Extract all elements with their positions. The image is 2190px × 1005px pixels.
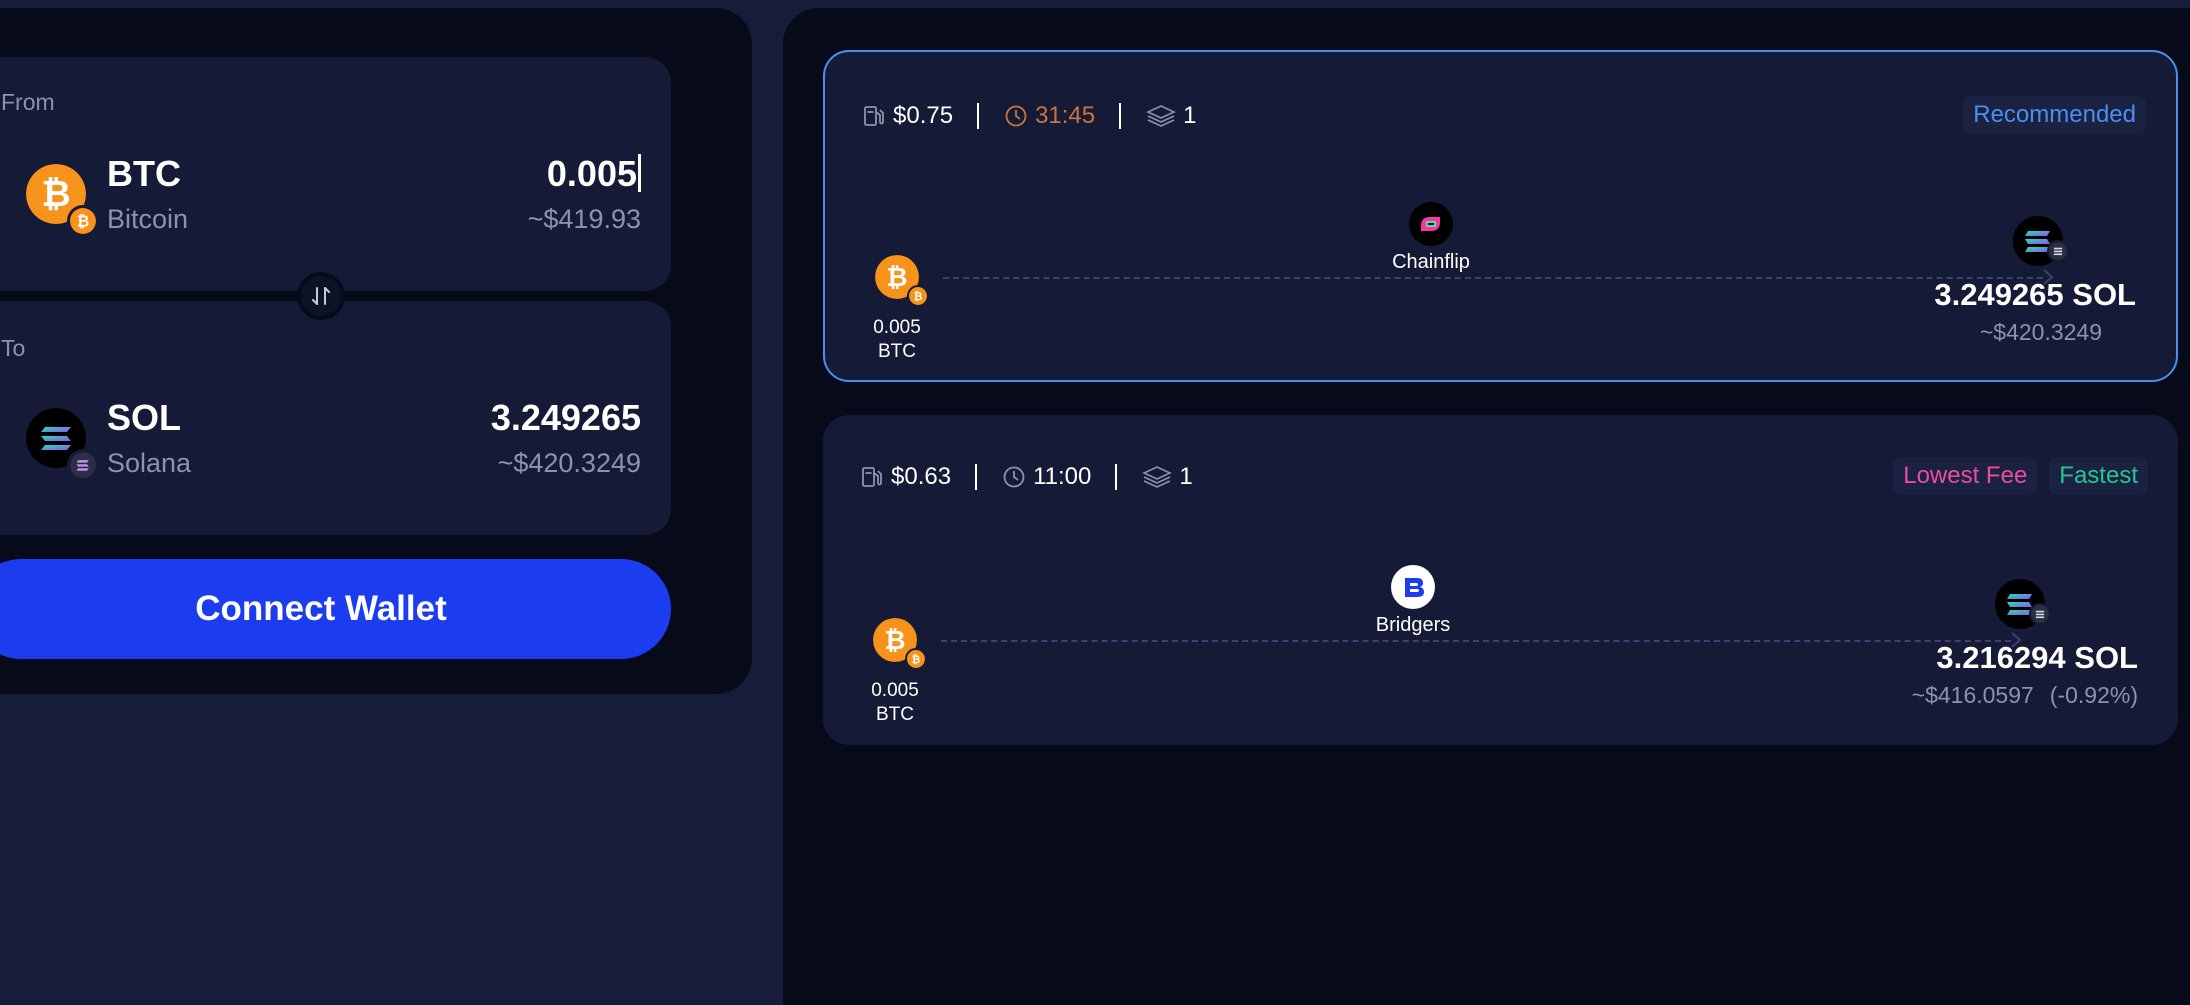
route-meta: $0.75 31:45 1 xyxy=(861,98,1196,134)
route-source-symbol: BTC xyxy=(876,704,914,725)
svg-text:₿: ₿ xyxy=(41,173,70,214)
routes-panel: $0.75 31:45 1 Recommended ₿ ₿ 0.005 BTC … xyxy=(783,8,2190,1005)
route-steps: 1 xyxy=(1145,102,1196,130)
route-output-amount: 3.249265 SOL xyxy=(1934,277,2136,312)
swap-direction-button[interactable] xyxy=(297,272,345,320)
svg-text:₿: ₿ xyxy=(912,654,921,666)
to-token-symbol[interactable]: SOL xyxy=(107,397,181,439)
gas-pump-icon xyxy=(864,106,884,126)
bitcoin-chain-badge-icon: ₿ xyxy=(905,648,927,670)
swap-arrows-icon xyxy=(312,287,330,305)
connect-wallet-button[interactable]: Connect Wallet xyxy=(0,559,671,659)
divider xyxy=(977,103,980,129)
route-output-amount: 3.216294 SOL xyxy=(1936,640,2138,675)
route-tags: Lowest Fee Fastest xyxy=(1893,457,2148,495)
from-token-card[interactable]: From ₿ ₿ BTC Bitcoin 0.005 ~$419.93 xyxy=(0,57,671,291)
bitcoin-chain-badge-icon: ₿ xyxy=(67,205,99,237)
route-output-usd: ~$420.3249 xyxy=(1979,319,2102,345)
route-path-line xyxy=(943,277,2043,279)
from-label: From xyxy=(1,89,55,115)
route-fee-value: $0.75 xyxy=(893,102,954,129)
tag-fastest: Fastest xyxy=(2049,457,2148,495)
route-fee-value: $0.63 xyxy=(891,463,952,490)
tag-recommended: Recommended xyxy=(1963,96,2146,134)
route-steps-value: 1 xyxy=(1183,102,1197,129)
solana-chain-badge-icon xyxy=(67,449,99,481)
route-time: 11:00 xyxy=(1001,463,1091,491)
route-source-value: 0.005 xyxy=(873,317,921,338)
provider-name: Bridgers xyxy=(1375,614,1451,636)
gas-pump-icon xyxy=(862,467,882,487)
route-fee: $0.75 xyxy=(861,102,953,130)
to-token-name: Solana xyxy=(107,448,192,478)
route-source-value: 0.005 xyxy=(871,680,919,701)
route-card-bridgers[interactable]: $0.63 11:00 1 Lowest Fee Fastest ₿ ₿ 0.0… xyxy=(823,415,2178,745)
bridgers-logo-icon xyxy=(1391,565,1435,609)
solana-chain-badge-icon xyxy=(2047,240,2069,262)
text-caret xyxy=(638,154,641,192)
svg-text:₿: ₿ xyxy=(884,625,905,655)
tag-lowest-fee: Lowest Fee xyxy=(1893,457,2038,495)
clock-icon xyxy=(1005,105,1027,127)
chainflip-logo-icon xyxy=(1409,202,1453,246)
to-token-card[interactable]: To SOL Solana 3.249265 ~$420.3249 xyxy=(0,301,671,535)
route-fee: $0.63 xyxy=(859,463,951,491)
svg-text:₿: ₿ xyxy=(886,262,907,292)
from-token-symbol[interactable]: BTC xyxy=(107,153,181,195)
svg-text:₿: ₿ xyxy=(914,291,923,303)
route-source-amount: 0.005 BTC xyxy=(863,679,927,727)
clock-icon xyxy=(1003,466,1025,488)
to-amount-value: 3.249265 xyxy=(490,397,641,438)
route-source-amount: 0.005 BTC xyxy=(865,316,929,364)
to-label: To xyxy=(1,335,26,361)
route-output-usd: ~$416.0597 (-0.92%) xyxy=(1912,682,2138,709)
route-steps: 1 xyxy=(1141,463,1193,491)
from-amount-input[interactable]: 0.005 xyxy=(547,153,641,195)
divider xyxy=(1119,103,1122,129)
swap-page: From ₿ ₿ BTC Bitcoin 0.005 ~$419.93 To S… xyxy=(0,0,2190,1005)
route-path-line xyxy=(941,640,2011,642)
divider xyxy=(975,464,978,490)
from-token-name: Bitcoin xyxy=(107,204,189,234)
route-card-chainflip[interactable]: $0.75 31:45 1 Recommended ₿ ₿ 0.005 BTC … xyxy=(823,50,2178,382)
provider-name: Chainflip xyxy=(1392,251,1470,273)
route-time-value: 31:45 xyxy=(1035,102,1096,129)
route-steps-value: 1 xyxy=(1179,463,1193,490)
divider xyxy=(1115,464,1118,490)
from-usd-value: ~$419.93 xyxy=(527,204,641,234)
route-time: 31:45 xyxy=(1003,102,1095,130)
solana-chain-badge-icon xyxy=(2029,603,2051,625)
route-time-value: 11:00 xyxy=(1033,463,1092,490)
to-usd-value: ~$420.3249 xyxy=(497,448,641,478)
layers-icon xyxy=(1142,466,1173,488)
route-output-pct: (-0.92%) xyxy=(2049,682,2138,708)
svg-text:₿: ₿ xyxy=(77,214,90,231)
route-meta: $0.63 11:00 1 xyxy=(859,459,1193,495)
route-tags: Recommended xyxy=(1963,96,2146,134)
layers-icon xyxy=(1146,105,1177,127)
route-source-symbol: BTC xyxy=(878,341,916,362)
swap-panel: From ₿ ₿ BTC Bitcoin 0.005 ~$419.93 To S… xyxy=(0,8,752,694)
bitcoin-chain-badge-icon: ₿ xyxy=(907,285,929,307)
route-output-usd-value: ~$416.0597 xyxy=(1911,682,2034,708)
